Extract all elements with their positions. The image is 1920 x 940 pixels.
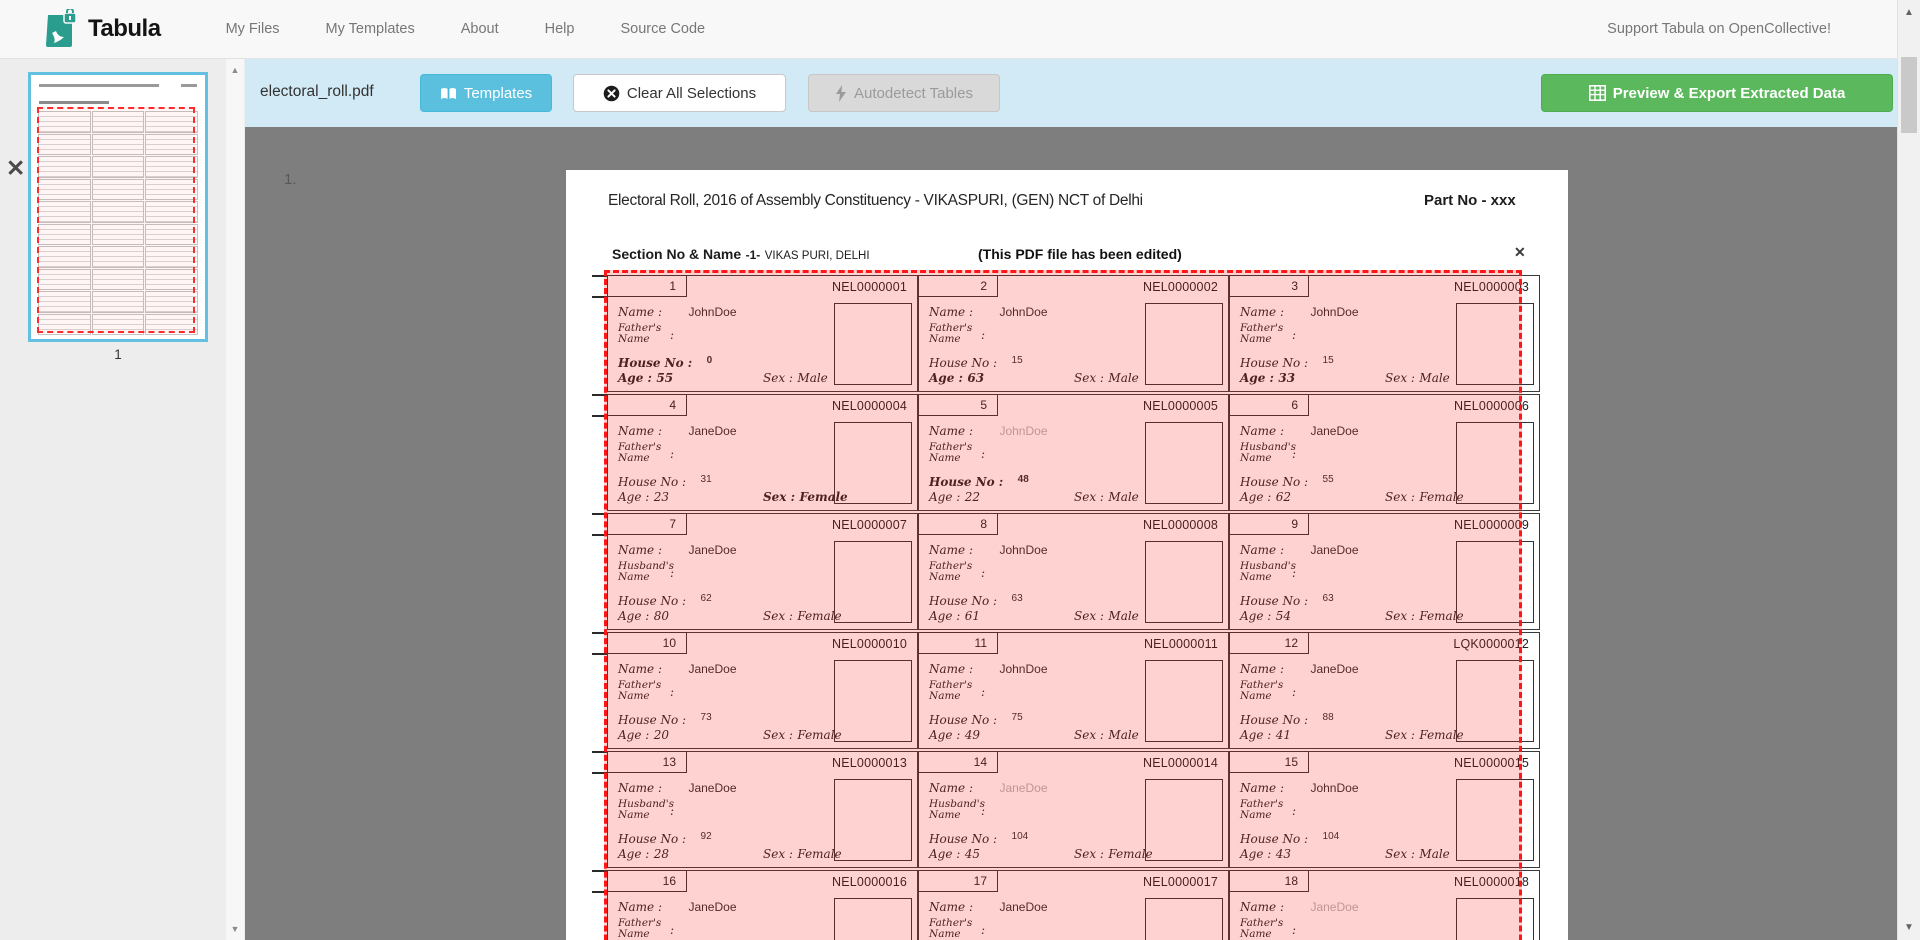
table-selection-overlay[interactable]	[604, 270, 1522, 940]
pdf-page[interactable]: Electoral Roll, 2016 of Assembly Constit…	[566, 170, 1568, 940]
nav-item-about[interactable]: About	[438, 21, 522, 37]
thumbnail-partno-line	[181, 84, 197, 87]
brand-home-link[interactable]: Tabula	[42, 9, 161, 49]
pdf-section-line: Section No & Name -1- VIKAS PURI, DELHI	[612, 246, 870, 264]
clear-all-selections-button[interactable]: Clear All Selections	[573, 74, 786, 112]
templates-button-label: Templates	[464, 85, 532, 102]
pdf-header-title: Electoral Roll, 2016 of Assembly Constit…	[608, 192, 1143, 210]
open-file-name: electoral_roll.pdf	[260, 83, 374, 101]
thumbnail-section-line	[39, 101, 109, 104]
templates-book-icon	[440, 86, 457, 101]
sidebar-scrollbar[interactable]: ▲ ▼	[226, 59, 244, 940]
brand-title: Tabula	[88, 15, 161, 43]
autodetect-button-label: Autodetect Tables	[854, 85, 973, 102]
pdf-edited-note: (This PDF file has been edited)	[978, 246, 1182, 262]
selection-close-icon[interactable]: ✕	[1514, 244, 1526, 261]
scroll-down-icon[interactable]: ▼	[226, 924, 244, 934]
remove-file-icon[interactable]: ✕	[6, 157, 25, 180]
tabula-logo-icon	[42, 9, 78, 49]
clear-circle-x-icon	[603, 85, 620, 102]
nav-menu: My Files My Templates About Help Source …	[203, 21, 729, 37]
toolbar: electoral_roll.pdf Templates Clear All S…	[245, 59, 1897, 127]
scroll-up-icon[interactable]: ▲	[226, 65, 244, 75]
window-scrollbar[interactable]: ▲ ▼	[1897, 0, 1920, 940]
nav-item-my-templates[interactable]: My Templates	[303, 21, 438, 37]
templates-button[interactable]: Templates	[420, 74, 552, 112]
support-link[interactable]: Support Tabula on OpenCollective!	[1607, 21, 1831, 37]
nav-item-my-files[interactable]: My Files	[203, 21, 303, 37]
scroll-down-icon[interactable]: ▼	[1898, 922, 1920, 933]
thumbnail-selection-rect	[37, 107, 195, 333]
clear-button-label: Clear All Selections	[627, 85, 756, 102]
lightning-bolt-icon	[835, 85, 847, 102]
scroll-up-icon[interactable]: ▲	[1898, 7, 1920, 18]
nav-item-help[interactable]: Help	[522, 21, 598, 37]
page-thumbnails-sidebar: ✕ 1 ▲ ▼	[0, 59, 245, 940]
pdf-part-number: Part No - xxx	[1424, 192, 1516, 209]
autodetect-tables-button: Autodetect Tables	[808, 74, 1000, 112]
section-label: Section No & Name	[612, 246, 741, 262]
thumbnail-page-number: 1	[28, 347, 208, 362]
table-grid-icon	[1589, 85, 1606, 101]
nav-item-source-code[interactable]: Source Code	[597, 21, 728, 37]
navbar: Tabula My Files My Templates About Help …	[0, 0, 1897, 59]
scrollbar-thumb[interactable]	[1901, 57, 1917, 133]
section-number: -1-	[746, 248, 761, 262]
page-number-marker: 1.	[284, 171, 297, 188]
section-value: VIKAS PURI, DELHI	[765, 250, 870, 262]
document-canvas[interactable]: 1. Electoral Roll, 2016 of Assembly Cons…	[245, 127, 1897, 940]
page-thumbnail[interactable]	[28, 72, 208, 342]
thumbnail-title-line	[39, 84, 159, 87]
export-button-label: Preview & Export Extracted Data	[1613, 85, 1846, 102]
preview-export-button[interactable]: Preview & Export Extracted Data	[1541, 74, 1893, 112]
